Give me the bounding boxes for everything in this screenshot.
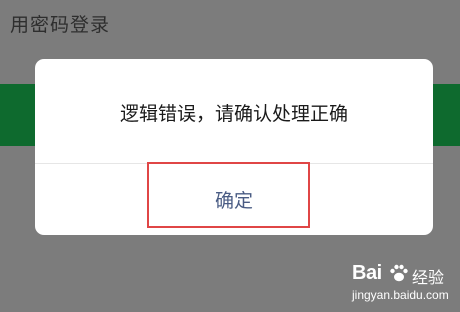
login-button-right-edge	[433, 84, 460, 146]
watermark: Bai 经验 jingyan.baidu.com	[352, 262, 456, 306]
app-screen: 用密码登录 逻辑错误，请确认处理正确 确定 Bai 经验 jingyan.bai…	[0, 0, 460, 312]
confirm-button[interactable]: 确定	[35, 164, 433, 235]
page-title: 用密码登录	[10, 14, 111, 36]
alert-dialog: 逻辑错误，请确认处理正确 确定	[35, 59, 433, 235]
watermark-logo: Bai	[352, 262, 382, 284]
login-button-left-edge	[0, 84, 36, 146]
watermark-product: 经验	[412, 268, 445, 287]
dialog-message: 逻辑错误，请确认处理正确	[119, 103, 348, 125]
watermark-url: jingyan.baidu.com	[352, 288, 449, 302]
paw-icon	[390, 264, 408, 282]
